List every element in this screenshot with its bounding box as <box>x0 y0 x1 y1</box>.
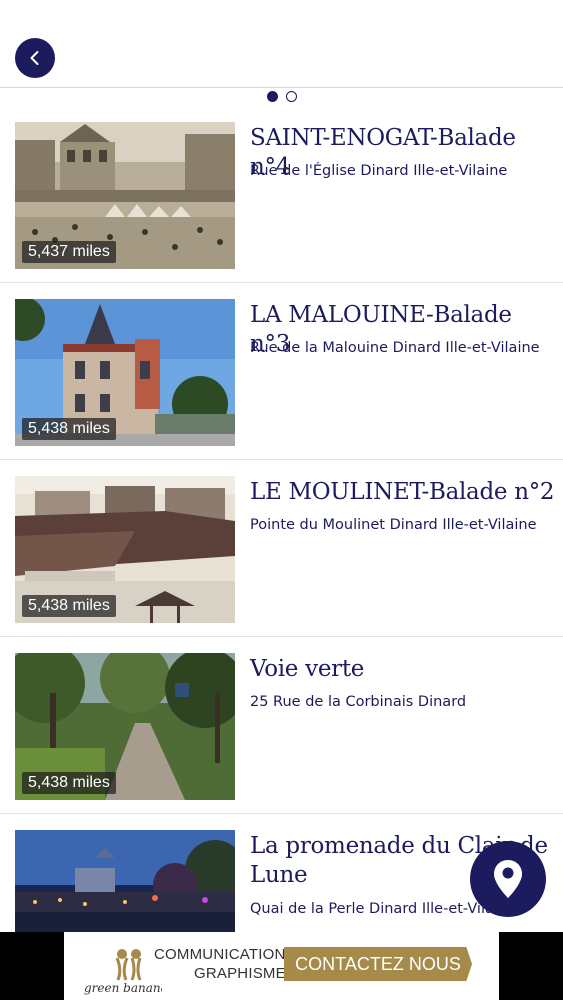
place-address: Rue de la Malouine Dinard Ille-et-Vilain… <box>250 340 540 356</box>
ad-banner-content[interactable]: green banana COMMUNICATION GRAPHISME CON… <box>64 932 499 1000</box>
map-button[interactable] <box>470 841 546 917</box>
distance-label: 5,438 miles <box>22 595 116 617</box>
place-address: Pointe du Moulinet Dinard Ille-et-Vilain… <box>250 517 537 533</box>
chevron-left-icon <box>30 51 39 65</box>
list-item[interactable]: 5,437 miles SAINT-ENOGAT-Balade n°4 Rue … <box>0 106 563 283</box>
list-item[interactable]: 5,438 miles LE MOULINET-Balade n°2 Point… <box>0 460 563 637</box>
list-item[interactable]: 5,438 miles LA MALOUINE-Balade n°3 Rue d… <box>0 283 563 460</box>
place-address: 25 Rue de la Corbinais Dinard <box>250 694 467 710</box>
svg-text:green banana: green banana <box>84 981 162 995</box>
place-photo: 5,438 miles <box>15 653 235 800</box>
back-button[interactable] <box>15 38 55 78</box>
map-pin-icon <box>494 860 522 898</box>
list-item[interactable]: 5,438 miles Voie verte 25 Rue de la Corb… <box>0 637 563 814</box>
place-photo: 5,438 miles <box>15 476 235 623</box>
banner-brand-line1: COMMUNICATION <box>154 946 286 963</box>
banner-brand-line2: GRAPHISME <box>194 965 286 982</box>
green-banana-logo: green banana <box>82 940 168 996</box>
distance-label: 5,438 miles <box>22 418 116 440</box>
distance-label: 5,438 miles <box>22 772 116 794</box>
contact-button[interactable]: CONTACTEZ NOUS <box>284 947 472 981</box>
place-photo: 5,438 miles <box>15 299 235 446</box>
carousel-dot-1[interactable] <box>266 91 278 102</box>
place-photo: 5,437 miles <box>15 122 235 269</box>
distance-label: 5,437 miles <box>22 241 116 263</box>
place-title: LE MOULINET-Balade n°2 <box>250 479 555 505</box>
top-bar <box>0 0 563 88</box>
carousel-dot-2[interactable] <box>285 91 297 102</box>
place-address: Rue de l'Église Dinard Ille-et-Vilaine <box>250 163 508 179</box>
ad-banner: green banana COMMUNICATION GRAPHISME CON… <box>0 932 563 1000</box>
carousel-indicator <box>0 91 563 103</box>
place-title: Voie verte <box>250 656 365 682</box>
